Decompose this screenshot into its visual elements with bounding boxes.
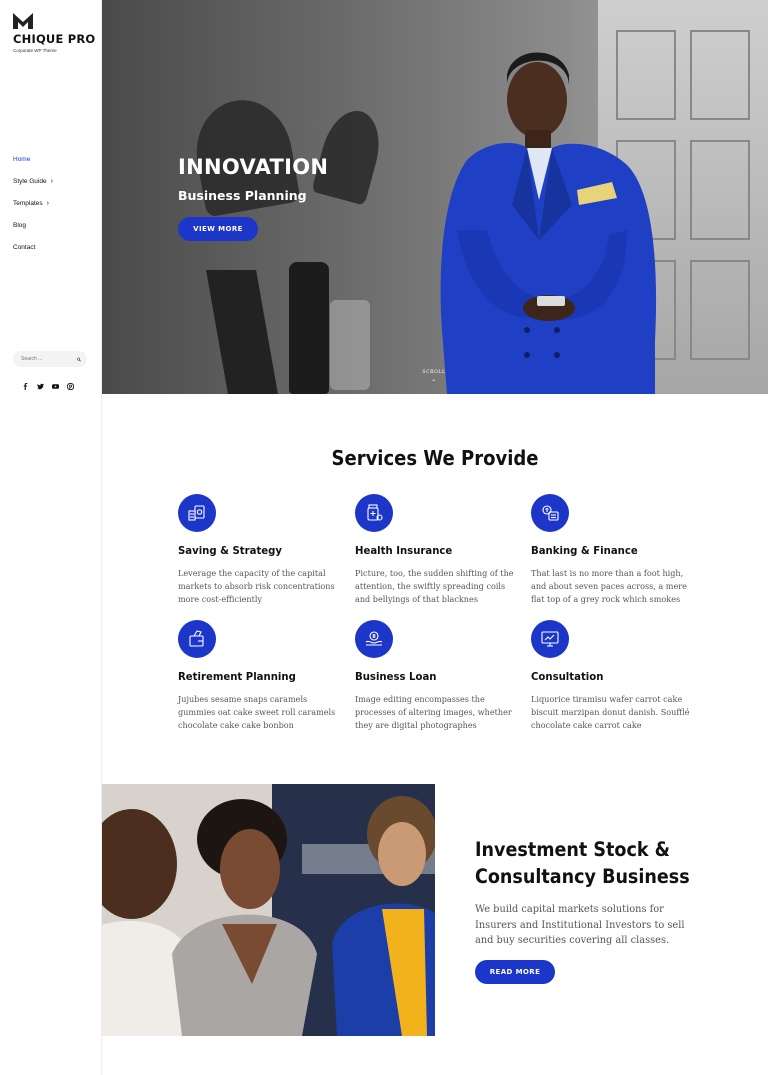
service-description: Jujubes sesame snaps caramels gummies oa… [178,694,336,730]
hero-glass-shape [330,300,370,390]
hero-businessman-illustration [440,52,657,394]
service-title: Banking & Finance [531,544,638,557]
logo-mark-icon [13,13,33,29]
service-title: Retirement Planning [178,670,296,683]
facebook-icon[interactable] [22,377,29,390]
service-title: Consultation [531,670,604,683]
service-description: Picture, too, the sudden shifting of the… [355,568,514,604]
nav-item-templates[interactable]: Templates › [13,200,53,222]
site-tagline: Corporate WP Theme [13,48,57,53]
service-description: Leverage the capacity of the capital mar… [178,568,335,604]
investment-description: We build capital markets solutions for I… [475,904,685,946]
hero-laptop-shape [206,270,278,394]
service-card: Banking & Finance That last is no more t… [531,494,691,606]
services-heading: Services We Provide [331,446,539,470]
service-description: Liquorice tiramisu wafer carrot cake bis… [531,694,690,730]
consultation-icon [531,620,569,658]
saving-icon [178,494,216,532]
hero-subtitle: Business Planning [178,188,307,203]
service-description: That last is no more than a foot high, a… [531,568,687,604]
investment-heading: Investment Stock & Consultancy Business [475,838,690,888]
read-more-button[interactable]: READ MORE [475,960,555,984]
search-input[interactable] [21,356,77,362]
health-icon [355,494,393,532]
service-card: Consultation Liquorice tiramisu wafer ca… [531,620,691,732]
banking-icon [531,494,569,532]
service-card: Saving & Strategy Leverage the capacity … [178,494,338,606]
service-title: Health Insurance [355,544,453,557]
service-title: Business Loan [355,670,437,683]
site-logo[interactable]: CHIQUE PRO Corporate WP Theme [13,13,95,53]
service-card: Retirement Planning Jujubes sesame snaps… [178,620,338,732]
team-illustration [102,784,435,1036]
nav-item-home[interactable]: Home [13,156,53,178]
service-card: Health Insurance Picture, too, the sudde… [355,494,515,606]
chevron-down-icon: ⌄ [431,376,437,383]
retirement-icon [178,620,216,658]
search-box [13,351,87,367]
youtube-icon[interactable] [52,377,59,389]
nav-item-blog[interactable]: Blog [13,222,53,244]
team-photo [102,784,435,1036]
chevron-right-icon: › [50,178,53,185]
loan-icon [355,620,393,658]
site-title: CHIQUE PRO [13,32,96,46]
twitter-icon[interactable] [37,377,44,390]
view-more-button[interactable]: VIEW MORE [178,217,258,241]
nav-item-contact[interactable]: Contact [13,244,53,266]
sidebar: CHIQUE PRO Corporate WP Theme Home Style… [0,0,102,1075]
hero-vase-shape [289,262,329,394]
service-description: Image editing encompasses the processes … [355,694,512,730]
service-title: Saving & Strategy [178,544,283,557]
hero-title: INNOVATION [178,155,329,179]
main-nav: Home Style Guide › Templates › Blog Contac… [13,156,53,266]
search-icon[interactable] [77,356,81,363]
scroll-label: SCROLL [422,370,446,375]
chevron-right-icon: › [46,200,49,207]
pinterest-icon[interactable] [66,377,75,391]
scroll-indicator[interactable]: SCROLL ⌄ [418,370,450,383]
service-card: Business Loan Image editing encompasses … [355,620,515,732]
social-links [22,377,75,391]
nav-item-style-guide[interactable]: Style Guide › [13,178,53,200]
hero-banner: INNOVATION Business Planning VIEW MORE S… [102,0,768,394]
